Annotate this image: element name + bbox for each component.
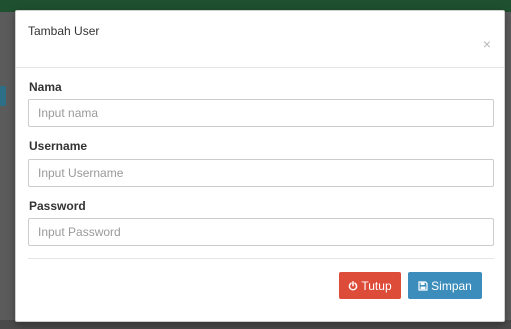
nama-input[interactable] <box>28 99 494 127</box>
modal-footer-divider <box>28 258 494 259</box>
password-label: Password <box>29 199 86 213</box>
username-input[interactable] <box>28 159 494 187</box>
save-button[interactable]: Simpan <box>408 272 482 299</box>
password-input[interactable] <box>28 218 494 246</box>
floppy-disk-icon <box>418 280 428 291</box>
modal-title: Tambah User <box>28 24 100 38</box>
modal-header: Tambah User × <box>16 11 504 68</box>
username-label: Username <box>29 139 88 153</box>
nama-label: Nama <box>29 80 62 94</box>
background-sidebar-accent <box>0 86 6 106</box>
power-icon <box>348 280 358 291</box>
close-button-label: Tutup <box>361 278 392 293</box>
close-icon[interactable]: × <box>481 37 493 51</box>
add-user-modal: Tambah User × Nama Username Password Tut… <box>15 10 505 322</box>
save-button-label: Simpan <box>431 278 472 293</box>
close-button[interactable]: Tutup <box>339 272 401 299</box>
